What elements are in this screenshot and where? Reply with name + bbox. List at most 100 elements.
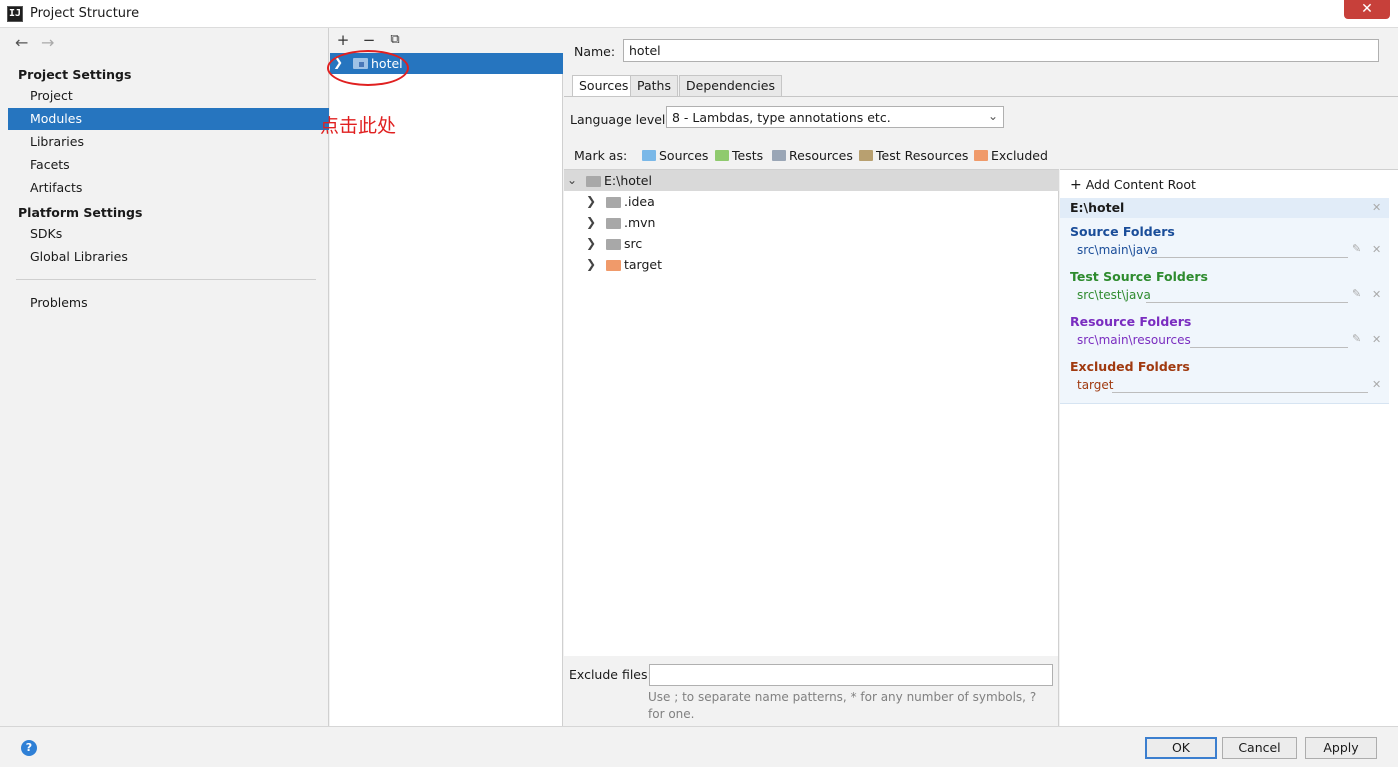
tree-label: .mvn [624,215,656,230]
chevron-right-icon[interactable]: ❯ [586,212,596,233]
nav-item-artifacts[interactable]: Artifacts [8,177,329,199]
source-folders-header: Source Folders [1070,224,1175,239]
excluded-folder-path[interactable]: target [1077,378,1114,392]
sources-folder-icon [642,150,656,161]
resources-folder-icon [772,150,786,161]
chevron-down-icon[interactable]: ⌄ [567,170,577,191]
tab-paths[interactable]: Paths [630,75,678,96]
source-folder-path[interactable]: src\main\java [1077,243,1158,257]
tree-row-idea[interactable]: ❯ .idea [564,191,1059,212]
tests-folder-icon [715,150,729,161]
chevron-right-icon[interactable]: ❯ [586,191,596,212]
window-title: Project Structure [30,6,140,21]
annotation-text: 点击此处 [320,115,397,137]
forward-arrow-icon[interactable]: → [41,33,54,52]
nav-divider [16,279,316,280]
test-resources-folder-icon [859,150,873,161]
dialog-button-bar: ? OK Cancel Apply [0,726,1398,767]
mark-resources-label: Resources [789,148,853,163]
language-level-label: Language level: [570,112,670,127]
tree-row-root[interactable]: ⌄ E:\hotel [564,170,1059,191]
test-source-folder-path[interactable]: src\test\java [1077,288,1151,302]
mark-sources-label: Sources [659,148,709,163]
remove-folder-icon[interactable]: ✕ [1372,288,1381,301]
module-name-input[interactable]: hotel [623,39,1379,62]
tree-label: src [624,236,643,251]
content-roots-panel: + Add Content Root E:\hotel ✕ Source Fol… [1060,169,1398,726]
cancel-button[interactable]: Cancel [1222,737,1297,759]
exclude-files-input[interactable] [649,664,1053,686]
excluded-folder-icon [606,260,621,271]
nav-item-sdks[interactable]: SDKs [8,223,329,245]
close-window-button[interactable]: ✕ [1344,0,1390,19]
nav-item-facets[interactable]: Facets [8,154,329,176]
tree-row-target[interactable]: ❯ target [564,254,1059,275]
plus-icon: + [1070,177,1082,193]
app-icon: IJ [7,6,23,22]
excluded-folders-header: Excluded Folders [1070,359,1190,374]
tab-divider [564,96,1398,97]
nav-item-problems[interactable]: Problems [8,292,329,314]
module-details-panel: Name: hotel Sources Paths Dependencies L… [564,28,1398,726]
nav-item-libraries[interactable]: Libraries [8,131,329,153]
annotation-circle [327,50,409,86]
edit-pencil-icon[interactable]: ✎ [1352,332,1361,345]
exclude-files-label: Exclude files: [569,667,652,682]
mark-sources-button[interactable]: Sources [642,148,708,163]
edit-pencil-icon[interactable]: ✎ [1352,287,1361,300]
remove-folder-icon[interactable]: ✕ [1372,333,1381,346]
content-root-path: E:\hotel [1070,200,1125,215]
path-underline [1112,392,1368,393]
mark-excluded-button[interactable]: Excluded [974,148,1048,163]
mark-resources-button[interactable]: Resources [772,148,853,163]
exclude-files-hint: Use ; to separate name patterns, * for a… [648,690,1037,721]
edit-pencil-icon[interactable]: ✎ [1352,242,1361,255]
excluded-folder-icon [974,150,988,161]
add-content-root-button[interactable]: + Add Content Root [1070,177,1196,193]
apply-button[interactable]: Apply [1305,737,1377,759]
tab-sources[interactable]: Sources [572,75,636,96]
folder-icon [586,176,601,187]
back-arrow-icon[interactable]: ← [15,33,28,52]
tree-label: target [624,257,663,272]
tree-row-src[interactable]: ❯ src [564,233,1059,254]
tree-label: E:\hotel [604,173,652,188]
resource-folder-path[interactable]: src\main\resources [1077,333,1191,347]
add-module-icon[interactable]: + [333,31,353,49]
mark-excluded-label: Excluded [991,148,1048,163]
add-content-root-label: Add Content Root [1085,177,1196,192]
resource-folders-header: Resource Folders [1070,314,1192,329]
chevron-right-icon[interactable]: ❯ [586,254,596,275]
platform-settings-header: Platform Settings [18,205,143,220]
content-root-header: E:\hotel ✕ [1060,198,1389,218]
help-icon[interactable]: ? [21,740,37,756]
mark-tests-button[interactable]: Tests [715,148,763,163]
chevron-right-icon[interactable]: ❯ [586,233,596,254]
copy-module-icon[interactable]: ⧉ [385,32,405,47]
language-level-select[interactable]: 8 - Lambdas, type annotations etc. ⌄ [666,106,1004,128]
ok-button[interactable]: OK [1145,737,1217,759]
settings-nav-panel: ← → Project Settings Project Modules Lib… [8,28,329,726]
mark-test-resources-button[interactable]: Test Resources [859,148,968,163]
title-bar: IJ Project Structure ✕ [0,0,1398,28]
mark-tests-label: Tests [732,148,764,163]
path-underline [1146,302,1348,303]
nav-item-global-libraries[interactable]: Global Libraries [8,246,329,268]
remove-module-icon[interactable]: − [359,31,379,49]
project-settings-header: Project Settings [18,67,132,82]
tree-row-mvn[interactable]: ❯ .mvn [564,212,1059,233]
folder-icon [606,197,621,208]
folder-tree: ⌄ E:\hotel ❯ .idea ❯ .mvn ❯ src ❯ target [564,169,1059,656]
remove-root-icon[interactable]: ✕ [1372,201,1381,214]
tab-dependencies[interactable]: Dependencies [679,75,782,96]
mark-as-label: Mark as: [574,148,628,163]
folder-icon [606,218,621,229]
path-underline [1190,347,1348,348]
remove-folder-icon[interactable]: ✕ [1372,243,1381,256]
exclude-files-area: Exclude files: Use ; to separate name pa… [564,656,1059,726]
nav-item-project[interactable]: Project [8,85,329,107]
chevron-down-icon: ⌄ [987,109,998,123]
nav-item-modules[interactable]: Modules [8,108,329,130]
test-source-folders-header: Test Source Folders [1070,269,1208,284]
remove-folder-icon[interactable]: ✕ [1372,378,1381,391]
